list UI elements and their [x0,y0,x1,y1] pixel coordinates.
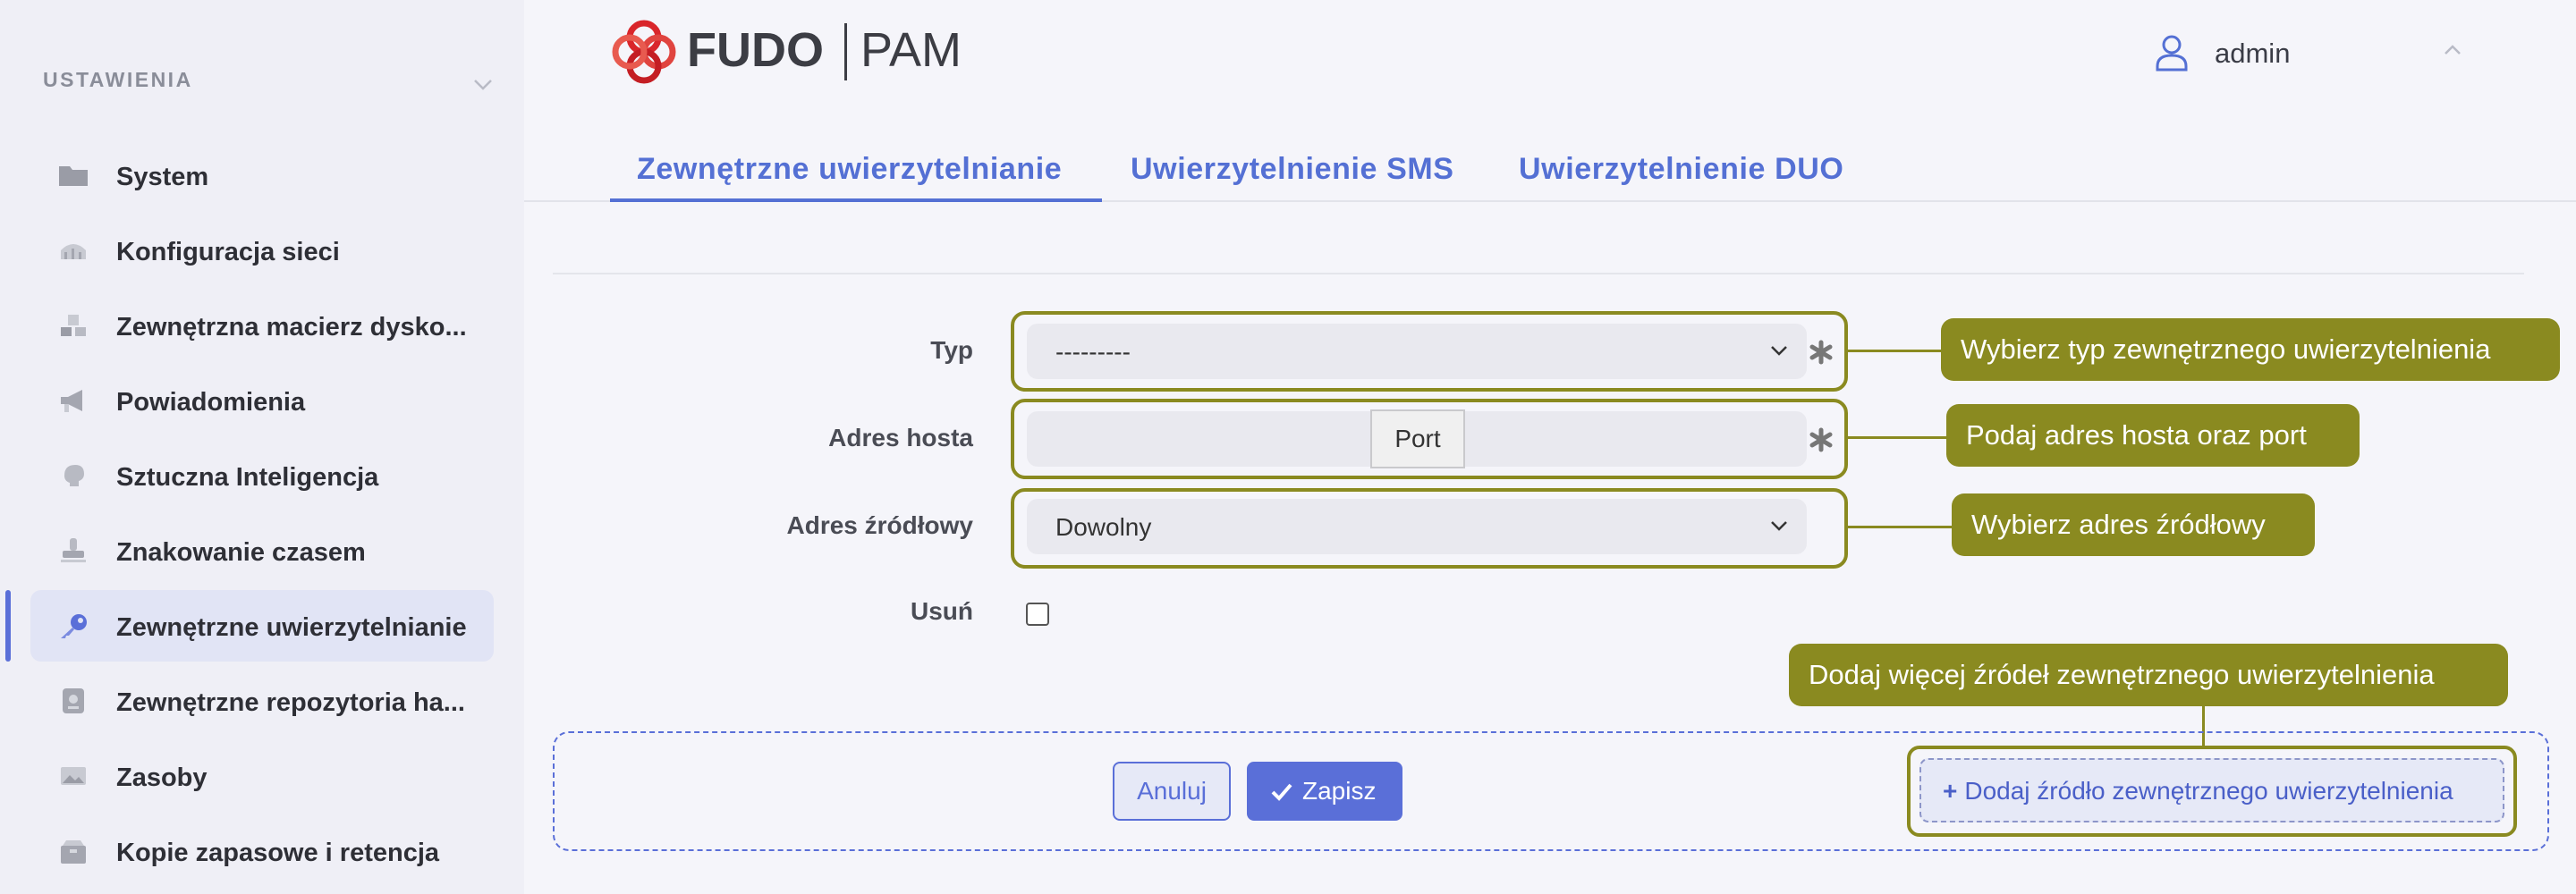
sidebar-item-backups[interactable]: Kopie zapasowe i retencja [30,815,494,887]
sidebar-item-label: Zewnętrzne repozytoria ha... [116,688,465,717]
source-select-value: Dowolny [1055,513,1152,541]
sidebar-item-label: Zewnętrzne uwierzytelnianie [116,613,467,642]
type-select-value: --------- [1055,338,1131,366]
sidebar-item-system[interactable]: System [30,139,494,211]
chevron-down-icon [1771,346,1787,356]
tab-bar: Zewnętrzne uwierzytelnianie Uwierzytelni… [524,143,2576,202]
host-label: Adres hosta [828,424,973,451]
save-button[interactable]: Zapisz [1247,762,1402,821]
port-input[interactable]: Port [1370,409,1465,468]
tab-duo-auth[interactable]: Uwierzytelnienie DUO [1519,152,1843,187]
sidebar-item-resources[interactable]: Zasoby [30,740,494,812]
add-source-button[interactable]: + Dodaj źródło zewnętrznego uwierzytelnie… [1919,758,2504,822]
tab-external-auth[interactable]: Zewnętrzne uwierzytelnianie [637,152,1062,187]
required-icon [1809,340,1833,365]
sidebar-item-timestamping[interactable]: Znakowanie czasem [30,515,494,586]
callout-connector [1848,350,1943,352]
storage-icon [61,315,86,336]
delete-checkbox[interactable] [1026,603,1049,626]
sidebar: USTAWIENIA System Konfiguracja sieci Zew… [0,0,524,894]
sidebar-item-label: Zasoby [116,763,208,792]
delete-label: Usuń [911,597,973,625]
sidebar-item-label: Konfiguracja sieci [116,238,340,266]
logo-mark-icon [612,20,676,84]
section-divider [553,273,2524,274]
callout-add: Dodaj więcej źródeł zewnętrznego uwierzy… [1789,644,2508,706]
add-source-label: Dodaj źródło zewnętrznego uwierzytelnien… [1964,777,2453,805]
chevron-down-icon[interactable] [470,72,496,97]
callout-type: Wybierz typ zewnętrznego uwierzytelnieni… [1941,318,2560,381]
chevron-up-icon[interactable] [2442,41,2463,59]
active-tab-indicator [610,198,1102,202]
tab-sms-auth[interactable]: Uwierzytelnienie SMS [1131,152,1454,187]
type-label: Typ [930,336,973,364]
image-icon [61,767,86,785]
vault-icon [63,688,84,713]
sidebar-item-label: System [116,163,209,191]
active-indicator [5,590,11,662]
stamp-icon [61,538,86,562]
sidebar-item-label: Kopie zapasowe i retencja [116,839,440,867]
check-icon [1271,783,1292,801]
folder-icon [59,166,88,186]
sidebar-item-storage[interactable]: Zewnętrzna macierz dysko... [30,290,494,361]
sidebar-item-external-repos[interactable]: Zewnętrzne repozytoria ha... [30,665,494,737]
sidebar-item-external-auth[interactable]: Zewnętrzne uwierzytelnianie [30,590,494,662]
type-select[interactable]: --------- [1027,324,1807,379]
callout-connector [1848,526,1953,528]
user-name[interactable]: admin [2215,38,2290,70]
save-button-label: Zapisz [1302,777,1377,805]
network-icon [61,244,86,259]
sidebar-item-network[interactable]: Konfiguracja sieci [30,215,494,286]
callout-host: Podaj adres hosta oraz port [1946,404,2360,467]
source-select[interactable]: Dowolny [1027,499,1807,554]
callout-source: Wybierz adres źródłowy [1952,493,2315,556]
plus-icon: + [1943,777,1958,805]
sidebar-item-label: Zewnętrzna macierz dysko... [116,313,467,342]
sidebar-item-label: Powiadomienia [116,388,306,417]
callout-connector [1848,436,1948,439]
sidebar-item-label: Znakowanie czasem [116,538,366,567]
sidebar-item-label: Sztuczna Inteligencja [116,463,379,492]
brain-icon [64,465,84,486]
cancel-button[interactable]: Anuluj [1113,762,1231,821]
box-icon [61,840,86,864]
sidebar-item-ai[interactable]: Sztuczna Inteligencja [30,440,494,511]
svg-text:PAM: PAM [860,23,962,77]
fudo-pam-logo: FUDO PAM [612,20,962,84]
user-icon[interactable] [2154,34,2190,72]
sidebar-item-notifications[interactable]: Powiadomienia [30,365,494,436]
chevron-down-icon [1771,521,1787,531]
sidebar-heading: USTAWIENIA [43,68,193,91]
required-icon [1809,427,1833,452]
source-label: Adres źródłowy [786,511,973,539]
key-icon [61,614,87,638]
megaphone-icon [61,390,82,412]
svg-text:FUDO: FUDO [687,23,824,77]
